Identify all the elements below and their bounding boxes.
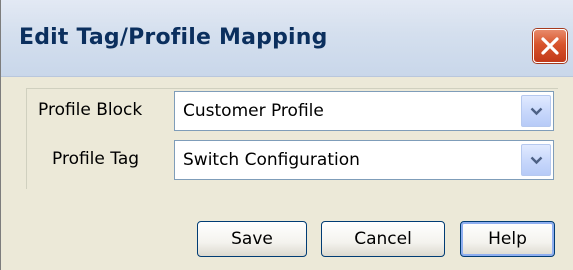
help-button[interactable]: Help	[460, 221, 555, 257]
profile-block-select[interactable]: Customer Profile	[174, 91, 554, 131]
profile-block-dropdown-button[interactable]	[521, 95, 551, 127]
profile-block-label: Profile Block	[38, 100, 143, 120]
profile-tag-label: Profile Tag	[52, 149, 140, 169]
dialog-title: Edit Tag/Profile Mapping	[19, 25, 328, 50]
profile-tag-dropdown-button[interactable]	[521, 144, 551, 176]
close-button[interactable]	[533, 29, 567, 63]
title-bar[interactable]: Edit Tag/Profile Mapping	[1, 0, 573, 77]
cancel-button[interactable]: Cancel	[321, 221, 445, 257]
close-icon	[541, 37, 559, 55]
chevron-down-icon	[530, 156, 543, 165]
edit-tag-profile-mapping-dialog: Edit Tag/Profile Mapping Profile Block C…	[0, 0, 573, 270]
chevron-down-icon	[530, 107, 543, 116]
profile-tag-select[interactable]: Switch Configuration	[174, 140, 554, 180]
profile-tag-value: Switch Configuration	[183, 150, 360, 170]
save-button[interactable]: Save	[197, 221, 307, 257]
profile-block-value: Customer Profile	[183, 101, 324, 121]
